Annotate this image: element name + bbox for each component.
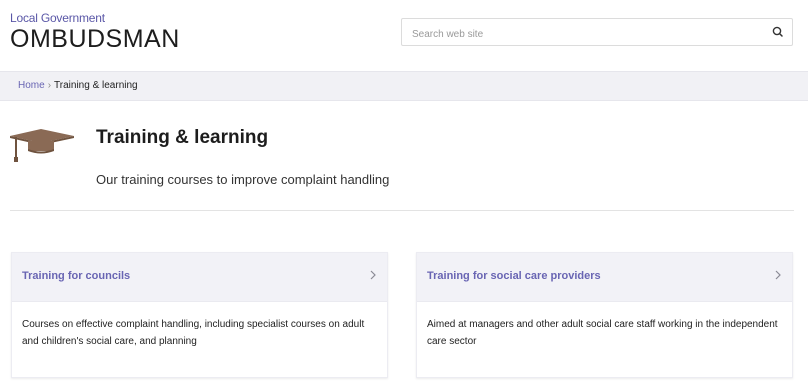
card-title: Training for social care providers	[427, 270, 601, 282]
chevron-right-icon	[370, 270, 376, 280]
search-icon	[772, 26, 783, 37]
chevron-right-icon	[775, 270, 781, 280]
logo-subtitle: Local Government	[10, 11, 105, 25]
card-link-training-councils[interactable]: Training for councils	[12, 253, 387, 302]
search-input[interactable]	[410, 25, 754, 43]
page-subtitle: Our training courses to improve complain…	[96, 172, 390, 187]
card-description: Aimed at managers and other adult social…	[427, 319, 778, 347]
breadcrumb-separator: ›	[47, 80, 52, 91]
card-training-social-care: Training for social care providers Aimed…	[416, 252, 793, 378]
graduation-cap-icon	[10, 127, 74, 172]
divider	[10, 210, 794, 211]
search-button[interactable]	[770, 24, 786, 40]
card-link-training-social-care[interactable]: Training for social care providers	[417, 253, 792, 302]
card-description: Courses on effective complaint handling,…	[22, 319, 365, 347]
card-training-councils: Training for councils Courses on effecti…	[11, 252, 388, 378]
card-title: Training for councils	[22, 270, 131, 282]
breadcrumb-current: Training & learning	[54, 80, 138, 91]
search-box	[401, 18, 793, 46]
site-logo[interactable]: Local Government OMBUDSMAN	[10, 11, 180, 53]
breadcrumb: Home › Training & learning	[0, 71, 808, 101]
breadcrumb-home-link[interactable]: Home	[18, 80, 45, 91]
page-title: Training & learning	[96, 127, 269, 148]
logo-title: OMBUDSMAN	[10, 25, 180, 53]
